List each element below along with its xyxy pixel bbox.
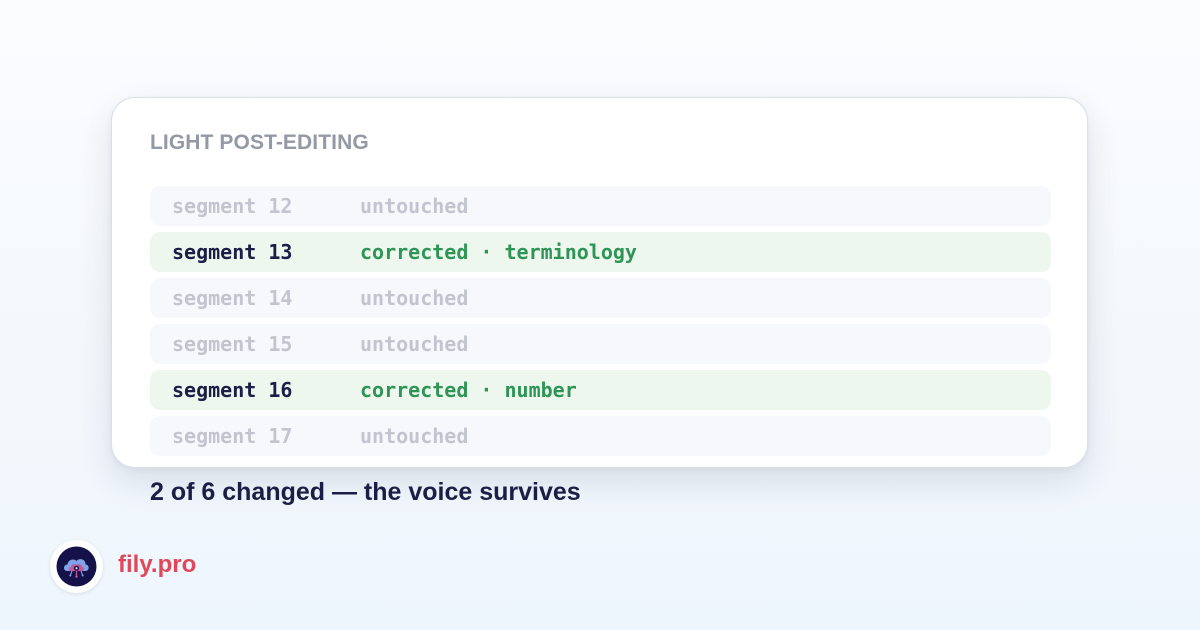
- segment-status: untouched: [360, 194, 469, 218]
- segment-label: segment 13: [172, 240, 293, 264]
- summary-text: 2 of 6 changed — the voice survives: [150, 478, 581, 506]
- segment-row: segment 17 untouched: [150, 416, 1051, 456]
- segment-row: segment 15 untouched: [150, 324, 1051, 364]
- segment-label: segment 14: [172, 286, 293, 310]
- card-title: LIGHT POST-EDITING: [150, 131, 369, 154]
- segment-status: untouched: [360, 332, 469, 356]
- cloud-brain-logo-icon: [56, 546, 97, 587]
- segment-status: untouched: [360, 424, 469, 448]
- segment-status: corrected · terminology: [360, 240, 637, 264]
- segment-label: segment 16: [172, 378, 293, 402]
- segment-row: segment 13 corrected · terminology: [150, 232, 1051, 272]
- segment-status: corrected · number: [360, 378, 577, 402]
- segment-status: untouched: [360, 286, 469, 310]
- segment-list: segment 12 untouched segment 13 correcte…: [150, 186, 1051, 462]
- brand-name[interactable]: fily.pro: [118, 551, 196, 579]
- segment-label: segment 12: [172, 194, 293, 218]
- segment-label: segment 15: [172, 332, 293, 356]
- segment-row: segment 16 corrected · number: [150, 370, 1051, 410]
- segment-row: segment 12 untouched: [150, 186, 1051, 226]
- segment-row: segment 14 untouched: [150, 278, 1051, 318]
- segment-label: segment 17: [172, 424, 293, 448]
- post-editing-card: LIGHT POST-EDITING segment 12 untouched …: [111, 97, 1088, 468]
- brand-logo[interactable]: [50, 540, 103, 593]
